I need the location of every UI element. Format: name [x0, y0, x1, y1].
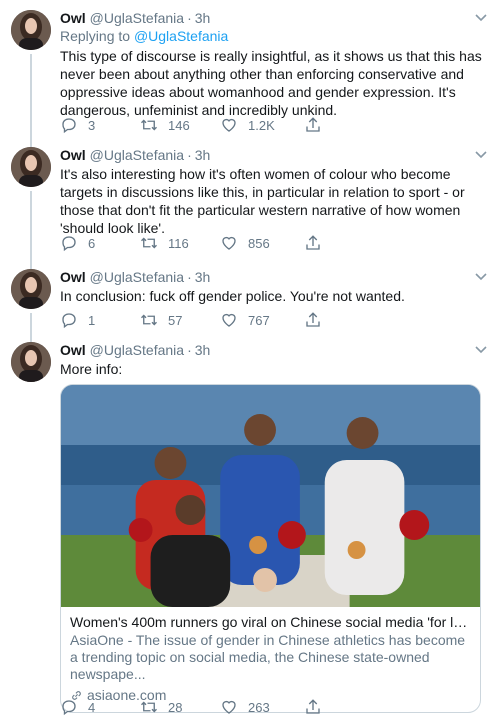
retweet-button[interactable]: 146	[140, 116, 190, 134]
reply-button[interactable]: 1	[60, 311, 95, 329]
tweet-text: It's also interesting how it's often wom…	[60, 166, 465, 236]
like-icon	[222, 118, 236, 132]
author-name[interactable]: Owl	[60, 146, 86, 165]
tweet-3[interactable]: Owl @UglaStefania · 3h In conclusion: fu…	[0, 264, 500, 338]
tweet-text: This type of discourse is really insight…	[60, 48, 482, 118]
author-handle[interactable]: @UglaStefania	[90, 341, 184, 360]
reply-button[interactable]: 3	[60, 116, 95, 134]
retweet-icon	[141, 237, 157, 249]
retweet-button[interactable]: 116	[140, 234, 189, 252]
card-image	[61, 385, 480, 607]
thread-line	[30, 313, 32, 338]
reply-count: 4	[88, 699, 96, 715]
chevron-down-icon[interactable]	[474, 149, 488, 161]
reply-button[interactable]: 6	[60, 234, 95, 252]
author-name[interactable]: Owl	[60, 341, 86, 360]
author-handle[interactable]: @UglaStefania	[90, 146, 184, 165]
thread-line	[30, 54, 32, 140]
share-button[interactable]	[304, 311, 322, 329]
share-icon	[306, 699, 320, 714]
retweet-count: 57	[168, 312, 183, 328]
retweet-count: 116	[168, 235, 189, 251]
card-title[interactable]: Women's 400m runners go viral on Chinese…	[70, 613, 470, 631]
share-icon	[306, 117, 320, 132]
share-button[interactable]	[304, 116, 322, 134]
author-name[interactable]: Owl	[60, 9, 86, 28]
timestamp[interactable]: 3h	[195, 9, 211, 28]
separator-dot: ·	[187, 269, 192, 285]
reply-icon	[62, 236, 76, 252]
separator-dot: ·	[187, 147, 192, 163]
like-count: 1.2K	[248, 117, 275, 133]
reply-icon	[62, 313, 76, 329]
retweet-button[interactable]: 28	[140, 698, 182, 716]
timeline: Owl @UglaStefania · 3h Replying to @Ugla…	[0, 0, 500, 724]
share-button[interactable]	[304, 234, 322, 252]
share-icon	[306, 235, 320, 250]
replying-to: Replying to @UglaStefania	[60, 28, 488, 45]
avatar[interactable]	[11, 10, 51, 50]
timestamp[interactable]: 3h	[195, 268, 211, 287]
like-button[interactable]: 263	[220, 698, 270, 716]
separator-dot: ·	[187, 342, 192, 358]
reply-count: 3	[88, 117, 96, 133]
like-icon	[222, 236, 236, 250]
avatar[interactable]	[11, 269, 51, 309]
chevron-down-icon[interactable]	[474, 271, 488, 283]
mention-link[interactable]: @UglaStefania	[134, 28, 228, 44]
card-body: Women's 400m runners go viral on Chinese…	[61, 607, 480, 712]
avatar[interactable]	[11, 147, 51, 187]
tweet-4[interactable]: Owl @UglaStefania · 3h More info: Women'…	[0, 338, 500, 724]
thread-line	[30, 191, 32, 264]
author-name[interactable]: Owl	[60, 268, 86, 287]
replying-prefix: Replying to	[60, 28, 134, 44]
tweet-text: In conclusion: fuck off gender police. Y…	[60, 288, 405, 304]
author-handle[interactable]: @UglaStefania	[90, 268, 184, 287]
like-button[interactable]: 767	[220, 311, 270, 329]
reply-count: 6	[88, 235, 96, 251]
tweet-1[interactable]: Owl @UglaStefania · 3h Replying to @Ugla…	[0, 0, 500, 140]
like-count: 767	[248, 312, 270, 328]
like-count: 856	[248, 235, 270, 251]
reply-icon	[62, 700, 76, 716]
reply-icon	[62, 118, 76, 134]
card-description: AsiaOne - The issue of gender in Chinese…	[70, 632, 466, 682]
separator-dot: ·	[187, 10, 192, 26]
like-icon	[222, 700, 236, 714]
thread-line	[30, 140, 32, 147]
like-button[interactable]: 856	[220, 234, 270, 252]
retweet-icon	[141, 314, 157, 326]
share-icon	[306, 312, 320, 327]
link-card[interactable]: Women's 400m runners go viral on Chinese…	[60, 384, 481, 713]
timestamp[interactable]: 3h	[195, 341, 211, 360]
timestamp[interactable]: 3h	[195, 146, 211, 165]
like-icon	[222, 313, 236, 327]
like-count: 263	[248, 699, 270, 715]
retweet-icon	[141, 119, 157, 131]
retweet-button[interactable]: 57	[140, 311, 182, 329]
reply-count: 1	[88, 312, 96, 328]
avatar[interactable]	[11, 342, 51, 382]
tweet-actions: 1 57 767	[60, 311, 340, 329]
author-handle[interactable]: @UglaStefania	[90, 9, 184, 28]
like-button[interactable]: 1.2K	[220, 116, 275, 134]
tweet-actions: 4 28 263	[60, 698, 340, 716]
retweet-count: 146	[168, 117, 190, 133]
tweet-text: More info:	[60, 361, 123, 377]
tweet-actions: 6 116 856	[60, 234, 340, 252]
chevron-down-icon[interactable]	[474, 344, 488, 356]
reply-button[interactable]: 4	[60, 698, 95, 716]
retweet-count: 28	[168, 699, 183, 715]
tweet-2[interactable]: Owl @UglaStefania · 3h It's also interes…	[0, 140, 500, 264]
chevron-down-icon[interactable]	[474, 12, 488, 24]
share-button[interactable]	[304, 698, 322, 716]
tweet-actions: 3 146 1.2K	[60, 116, 340, 134]
retweet-icon	[141, 701, 157, 713]
